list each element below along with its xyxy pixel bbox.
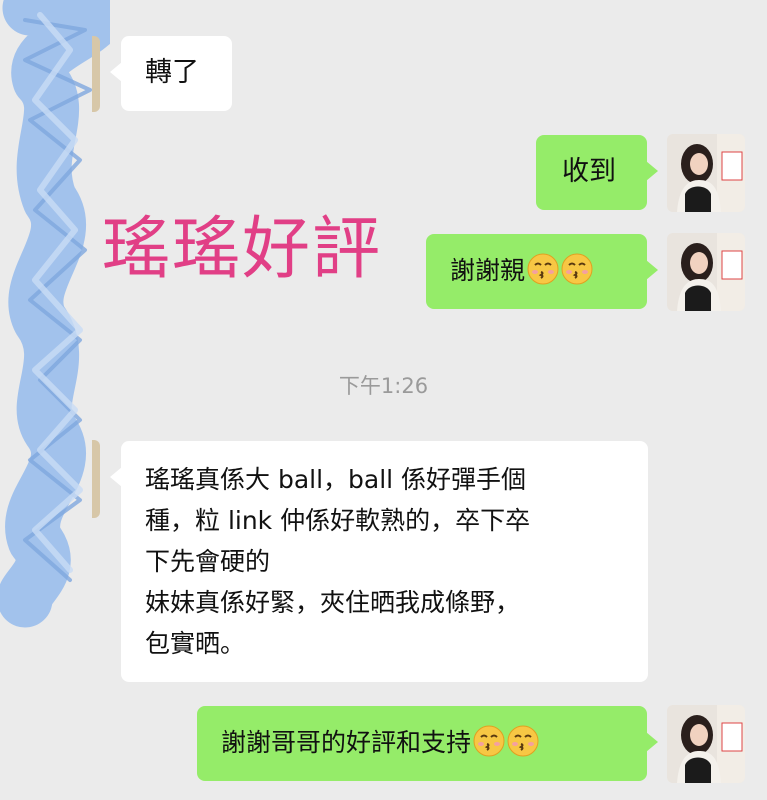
avatar-right-3[interactable]	[667, 705, 745, 783]
message-text-line: 瑤瑤真係大 ball，ball 係好彈手個	[145, 465, 527, 494]
kissing-face-icon	[527, 253, 559, 285]
avatar-left-1[interactable]	[22, 36, 100, 112]
redaction-scribble	[0, 0, 110, 628]
message-text-line: 種，粒 link 仲係好軟熟的，卒下卒	[145, 506, 531, 535]
redacted-avatar-icon	[92, 36, 100, 112]
user-photo-avatar-icon	[667, 233, 745, 311]
redacted-avatar-icon	[92, 440, 100, 518]
user-photo-avatar-icon	[667, 705, 745, 783]
kissing-face-icon	[561, 253, 593, 285]
message-text-line: 下先會硬的	[145, 547, 271, 576]
message-text: 收到	[562, 156, 616, 187]
message-bubble-incoming[interactable]: 瑤瑤真係大 ball，ball 係好彈手個 種，粒 link 仲係好軟熟的，卒下…	[110, 441, 648, 682]
message-text: 謝謝哥哥的好評和支持	[221, 728, 472, 757]
message-text-line: 包實晒。	[145, 629, 246, 658]
message-text: 謝謝親	[450, 256, 526, 285]
avatar-left-2[interactable]	[22, 440, 100, 518]
kissing-face-icon	[507, 725, 539, 757]
avatar-right-2[interactable]	[667, 233, 745, 311]
message-bubble-outgoing[interactable]: 謝謝哥哥的好評和支持	[197, 706, 658, 781]
message-text: 轉了	[145, 57, 199, 88]
message-bubble-outgoing[interactable]: 收到	[536, 135, 658, 210]
review-overlay-title: 瑤瑤好評	[102, 210, 383, 289]
message-text-line: 妹妹真係好緊，夾住晒我成條野，	[145, 588, 521, 617]
avatar-right-1[interactable]	[667, 134, 745, 212]
message-bubble-incoming[interactable]: 轉了	[110, 36, 232, 111]
message-bubble-outgoing[interactable]: 謝謝親	[426, 234, 658, 309]
user-photo-avatar-icon	[667, 134, 745, 212]
chat-timestamp: 下午1:26	[338, 374, 429, 398]
kissing-face-icon	[473, 725, 505, 757]
